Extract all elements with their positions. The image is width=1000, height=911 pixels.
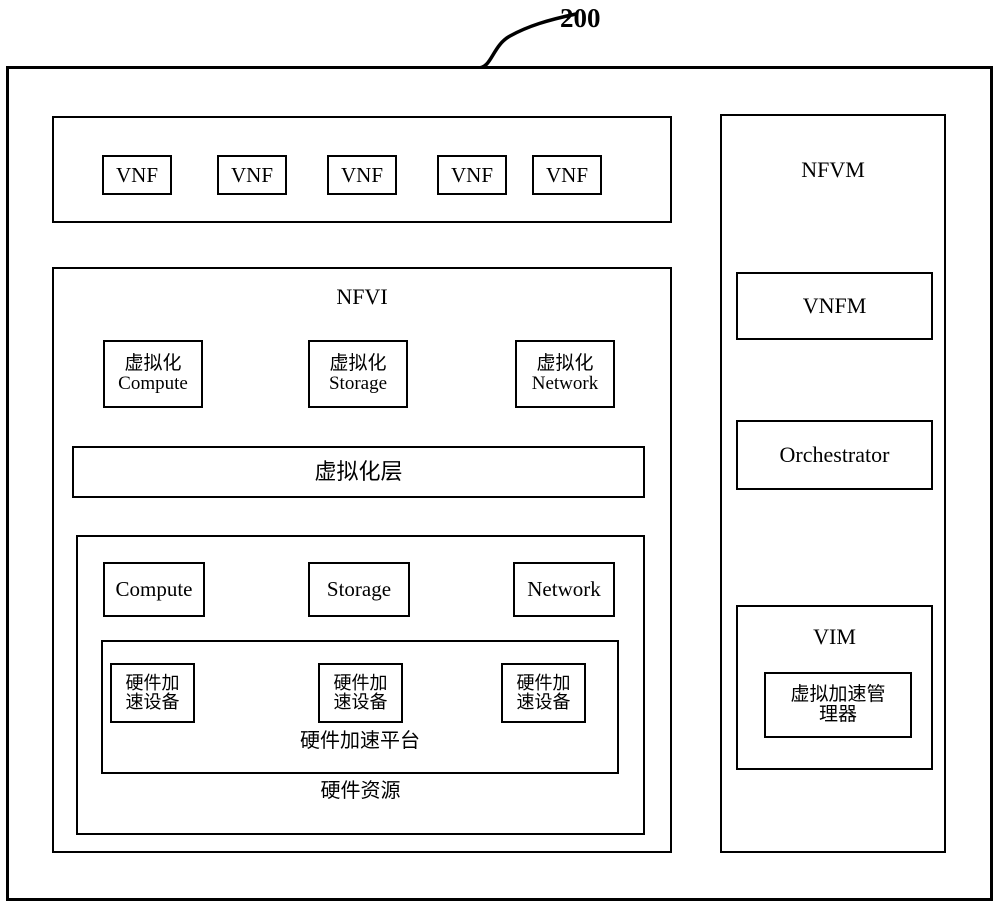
vnfm-box[interactable]: VNFM xyxy=(736,272,933,340)
hardware-resources-label: 硬件资源 xyxy=(320,780,401,802)
vnf-box-2[interactable]: VNF xyxy=(217,155,287,195)
figure-reference-number: 200 xyxy=(560,3,601,33)
hardware-acceleration-device-box-2[interactable]: 硬件加 速设备 xyxy=(318,663,403,723)
hardware-acceleration-platform-label: 硬件加速平台 xyxy=(300,730,420,752)
virtualization-layer-box[interactable]: 虚拟化层 xyxy=(72,446,645,498)
vnf-box-4[interactable]: VNF xyxy=(437,155,507,195)
nfvi-title: NFVI xyxy=(336,284,388,309)
figure-canvas: 200 VNF VNF VNF VNF VNF NFVI 虚拟化 Compute… xyxy=(0,0,1000,911)
hardware-storage-box[interactable]: Storage xyxy=(308,562,410,617)
hardware-network-box[interactable]: Network xyxy=(513,562,615,617)
hardware-acceleration-device-box-1[interactable]: 硬件加 速设备 xyxy=(110,663,195,723)
virtual-acceleration-manager-box[interactable]: 虚拟加速管 理器 xyxy=(764,672,912,738)
hardware-compute-box[interactable]: Compute xyxy=(103,562,205,617)
virtual-storage-box[interactable]: 虚拟化 Storage xyxy=(308,340,408,408)
vnf-box-5[interactable]: VNF xyxy=(532,155,602,195)
vnf-box-3[interactable]: VNF xyxy=(327,155,397,195)
nfvm-title: NFVM xyxy=(801,157,865,182)
virtual-compute-box[interactable]: 虚拟化 Compute xyxy=(103,340,203,408)
vim-title: VIM xyxy=(813,624,856,649)
orchestrator-box[interactable]: Orchestrator xyxy=(736,420,933,490)
virtual-network-box[interactable]: 虚拟化 Network xyxy=(515,340,615,408)
vnf-box-1[interactable]: VNF xyxy=(102,155,172,195)
hardware-acceleration-device-box-3[interactable]: 硬件加 速设备 xyxy=(501,663,586,723)
